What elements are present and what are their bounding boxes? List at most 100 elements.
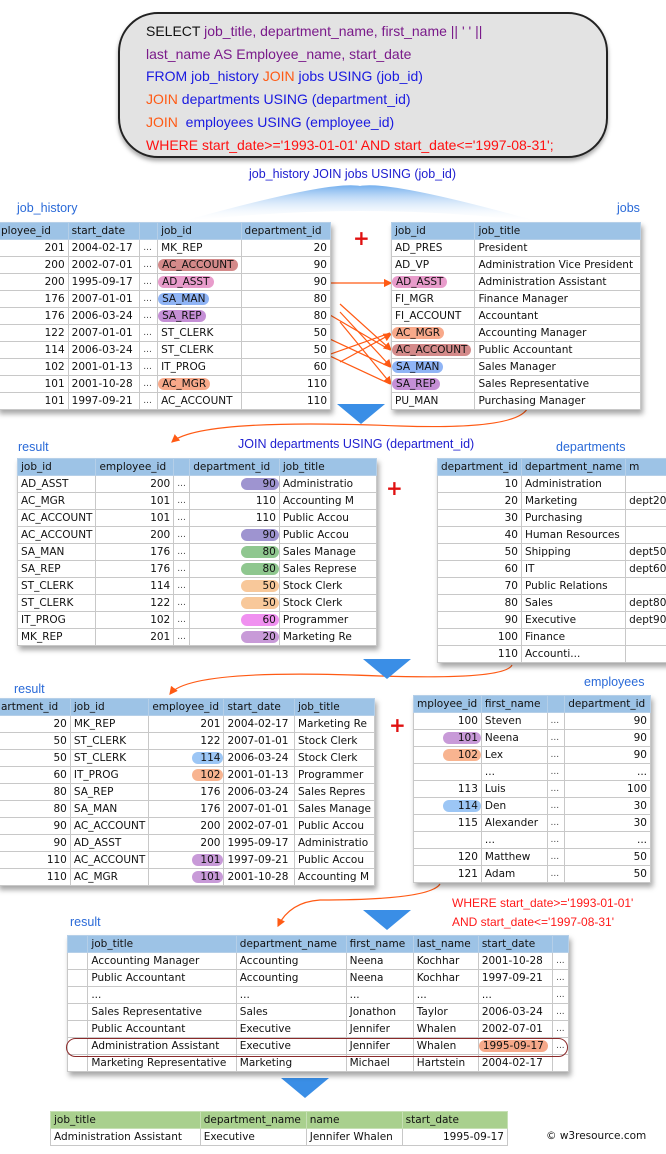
table-cell: 122 xyxy=(148,732,225,750)
table-row: SA_REP Sales Representative xyxy=(390,375,641,393)
highlighted-value: SA_REP xyxy=(392,378,440,390)
table-cell: AC_ACCOUNT xyxy=(16,526,97,544)
table-cell: 60 xyxy=(0,766,71,784)
table-row: 90 AD_ASST 200 1995-09-17 Administratio xyxy=(0,834,376,852)
table-row: 200 2002-07-01... AC_ACCOUNT 90 xyxy=(0,256,332,274)
table-cell: 114 xyxy=(0,341,69,359)
table-row: PU_MAN Purchasing Manager xyxy=(390,392,641,410)
table-cell: ... xyxy=(552,952,569,970)
table-row: 176 2007-01-01... SA_MAN 80 xyxy=(0,290,332,308)
plus-icon-2: + xyxy=(386,476,403,500)
table-cell: ... xyxy=(173,526,191,544)
table-cell: FI_ACCOUNT xyxy=(390,307,476,325)
table-cell: 200 xyxy=(95,526,175,544)
highlighted-value: 101 xyxy=(192,871,223,883)
table-cell: Neena xyxy=(345,952,414,970)
table-cell: Den xyxy=(480,797,548,815)
table-cell: IT_PROG xyxy=(157,358,242,376)
column-header: first_name xyxy=(345,935,414,953)
column-header: job_title xyxy=(278,458,378,476)
column-header: department_name xyxy=(520,458,627,476)
table-cell: Finance Manager xyxy=(474,290,641,308)
highlighted-value: 90 xyxy=(241,529,279,541)
table-cell: 114 xyxy=(148,749,225,767)
column-header xyxy=(546,695,566,713)
table-cell: Whalen xyxy=(412,1020,479,1038)
table-cell: 176 xyxy=(0,290,69,308)
label-jobs: jobs xyxy=(617,201,640,215)
table-cell: ST_CLERK xyxy=(69,749,150,767)
table-cell: AD_PRES xyxy=(390,239,476,257)
table-cell: Public Accountant xyxy=(474,341,641,359)
table-cell: 20 xyxy=(189,628,280,646)
table-row: 176 2006-03-24... SA_REP 80 xyxy=(0,307,332,325)
table-cell: ... xyxy=(139,392,159,410)
table-cell: 20 xyxy=(0,715,71,733)
flow-curve-3 xyxy=(277,883,441,928)
table-cell: Administration Assistant xyxy=(50,1128,201,1146)
sql-token: departments USING (department_id) xyxy=(177,91,411,108)
table-cell xyxy=(625,509,666,527)
table-cell: 50 xyxy=(189,577,280,595)
table-cell: ... xyxy=(480,763,548,781)
table-cell: 176 xyxy=(148,783,225,801)
highlighted-value: AD_ASST xyxy=(392,276,448,288)
table-cell: ... xyxy=(173,475,191,493)
table-cell: Administratio xyxy=(278,475,378,493)
table-cell: ... xyxy=(552,969,569,987)
table-cell: 200 xyxy=(0,273,69,291)
table-cell: AC_ACCOUNT xyxy=(69,817,150,835)
column-header: mployee_id xyxy=(413,695,482,713)
table-cell: dept90 xyxy=(625,611,666,629)
table-row: 200 1995-09-17... AD_ASST 90 xyxy=(0,273,332,291)
table-row: 80 SA_REP 176 2006-03-24 Sales Repres xyxy=(0,783,376,801)
table-cell xyxy=(625,628,666,646)
table-cell: AD_VP xyxy=(390,256,476,274)
table-cell: 80 xyxy=(189,560,280,578)
label-result3: result xyxy=(70,915,101,929)
label-departments: departments xyxy=(556,440,626,454)
table-cell: Programmer xyxy=(278,611,378,629)
table-cell: Purchasing Manager xyxy=(474,392,641,410)
table-cell: Steven xyxy=(480,712,548,730)
label-result1: result xyxy=(18,440,49,454)
column-header xyxy=(139,222,159,240)
table-cell: 201 xyxy=(148,715,225,733)
sql-token: SELECT xyxy=(146,23,205,39)
table-cell: 100 xyxy=(413,712,482,730)
down-arrow-icon-3 xyxy=(363,910,411,930)
table-row: Administration Assistant Executive Jennife… xyxy=(66,1037,569,1055)
table-row: 102 2001-01-13... IT_PROG 60 xyxy=(0,358,332,376)
table-cell: 2002-07-01 xyxy=(67,256,141,274)
table-row: 50 ST_CLERK 114 2006-03-24 Stock Clerk xyxy=(0,749,376,767)
table-row: FI_ACCOUNT Accountant xyxy=(390,307,641,325)
table-row: Administration Assistant Executive Jennife… xyxy=(50,1128,509,1146)
table-cell: ... xyxy=(546,712,566,730)
table-cell: Purchasing xyxy=(520,509,627,527)
table-cell: ... xyxy=(552,986,569,1004)
table-row: SA_MAN 176... 80 Sales Manage xyxy=(16,543,378,561)
table-row: 114 Den... 30 xyxy=(413,797,651,815)
table-cell: ... xyxy=(546,729,566,747)
sql-line: SELECT job_title, department_name, first… xyxy=(146,20,606,43)
highlighted-value: 20 xyxy=(241,631,279,643)
column-header: start_date xyxy=(477,935,554,953)
table-row: 110 Accounti... xyxy=(437,645,666,663)
table-row: 113 Luis... 100 xyxy=(413,780,651,798)
table-cell: 102 xyxy=(413,746,482,764)
table-cell: Public Accou xyxy=(293,851,376,869)
column-header: start_date xyxy=(67,222,141,240)
table-cell: AD_ASST xyxy=(69,834,150,852)
table-cell: Marketing xyxy=(520,492,627,510)
table-cell: ... xyxy=(173,492,191,510)
table-row: AC_ACCOUNT 101... 110 Public Accou xyxy=(16,509,378,527)
table-cell: ... xyxy=(139,256,159,274)
table-cell: 50 xyxy=(240,324,332,342)
table-cell: 2001-01-13 xyxy=(67,358,141,376)
table-cell: 1997-09-21 xyxy=(67,392,141,410)
table-cell: 2004-02-17 xyxy=(223,715,295,733)
table-cell: Jennifer Whalen xyxy=(305,1128,403,1146)
table-cell: Whalen xyxy=(412,1037,479,1055)
table-row: SA_MAN Sales Manager xyxy=(390,358,641,376)
table-row: 201 2004-02-17... MK_REP 20 xyxy=(0,239,332,257)
